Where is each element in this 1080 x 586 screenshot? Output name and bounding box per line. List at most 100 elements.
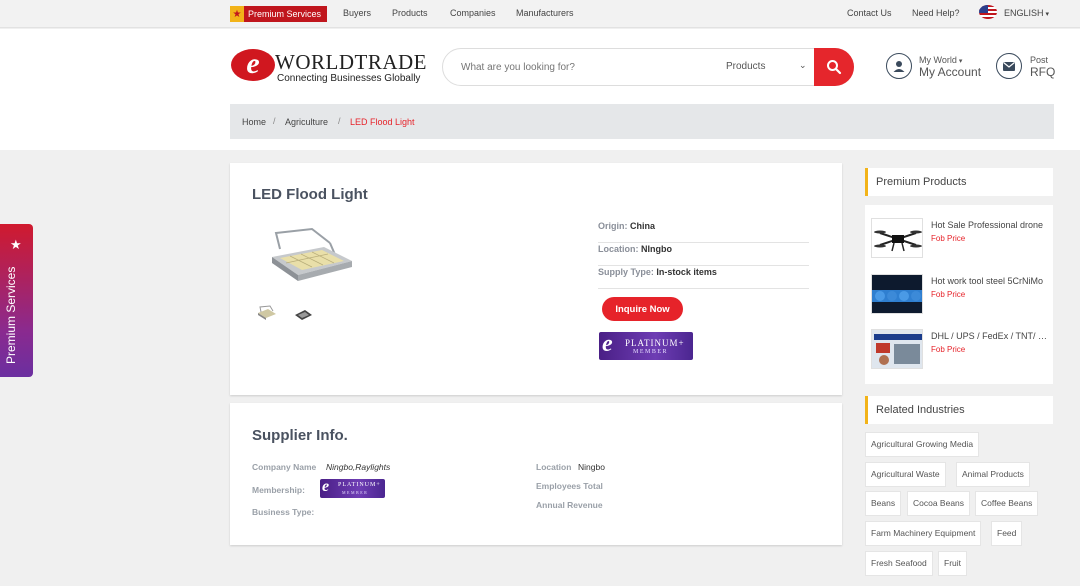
- spec-supply-type: Supply Type: In-stock items: [598, 267, 809, 289]
- star-icon: ★: [10, 237, 22, 252]
- breadcrumb: Home / Agriculture / LED Flood Light: [230, 104, 1054, 139]
- breadcrumb-agriculture[interactable]: Agriculture: [285, 117, 328, 127]
- spec-location-value: NIngbo: [641, 244, 673, 254]
- premium-services-label: Premium Services: [248, 9, 322, 19]
- related-industries-header: Related Industries: [865, 396, 1053, 424]
- premium-product-price: Fob Price: [931, 290, 966, 299]
- industry-tag[interactable]: Feed: [991, 521, 1023, 546]
- post-rfq-link[interactable]: RFQ: [1030, 65, 1055, 79]
- product-main-image[interactable]: [266, 227, 356, 287]
- steel-bars-thumbnail: [871, 274, 923, 314]
- logo-title: WORLDTRADE: [275, 50, 427, 74]
- top-bar: ★ Premium Services Buyers Products Compa…: [0, 0, 1080, 28]
- industry-tag[interactable]: Agricultural Waste: [865, 462, 946, 487]
- nav-products[interactable]: Products: [392, 8, 428, 18]
- industry-tag[interactable]: Farm Machinery Equipment: [865, 521, 982, 546]
- my-world-label: My World: [919, 55, 957, 65]
- premium-product-name[interactable]: Hot work tool steel 5CrNiMo: [931, 276, 1049, 286]
- logo-tagline: Connecting Businesses Globally: [277, 73, 421, 84]
- industry-tag[interactable]: Agricultural Growing Media: [865, 432, 980, 457]
- premium-product-item[interactable]: Hot work tool steel 5CrNiMo Fob Price: [871, 274, 1049, 316]
- supplier-title: Supplier Info.: [252, 427, 348, 444]
- premium-product-item[interactable]: DHL / UPS / FedEx / TNT/ EMS Fob Price: [871, 329, 1049, 371]
- business-type-label: Business Type:: [252, 507, 315, 517]
- search-button[interactable]: [814, 48, 854, 86]
- search-bar: Products ⌄: [442, 48, 854, 86]
- shipping-thumbnail: [871, 329, 923, 369]
- search-category-select[interactable]: Products: [726, 61, 765, 72]
- breadcrumb-current: LED Flood Light: [350, 117, 415, 127]
- membership-platinum-badge: e PLATINUM+ MEMBER: [320, 479, 385, 498]
- premium-services-button[interactable]: ★ Premium Services: [230, 6, 327, 22]
- drone-thumbnail: [871, 218, 923, 258]
- chevron-down-icon[interactable]: ⌄: [799, 60, 807, 71]
- spec-location-label: Location:: [598, 244, 639, 254]
- breadcrumb-separator: /: [273, 116, 276, 126]
- product-card: LED Flood Light Origin: China Location: …: [230, 163, 842, 395]
- spec-supply-value: In-stock items: [656, 267, 717, 277]
- supplier-location-label: Location: [536, 462, 572, 472]
- premium-product-price: Fob Price: [931, 234, 966, 243]
- premium-product-item[interactable]: Hot Sale Professional drone Fob Price: [871, 218, 1049, 260]
- spec-origin-label: Origin:: [598, 221, 628, 231]
- platinum-badge-subtitle: MEMBER: [342, 490, 369, 495]
- supplier-location-value: Ningbo: [578, 462, 605, 472]
- annual-revenue-label: Annual Revenue: [536, 500, 603, 510]
- inquire-now-button[interactable]: Inquire Now: [602, 297, 683, 321]
- industry-tag[interactable]: Fruit: [938, 551, 967, 576]
- nav-buyers[interactable]: Buyers: [343, 8, 371, 18]
- industry-tag[interactable]: Beans: [865, 491, 902, 516]
- post-label: Post: [1030, 55, 1049, 65]
- header: e WORLDTRADE Connecting Businesses Globa…: [0, 29, 1080, 150]
- mail-icon[interactable]: [996, 53, 1022, 79]
- industry-tag[interactable]: Animal Products: [956, 462, 1030, 487]
- product-thumbnail[interactable]: [292, 307, 314, 323]
- platinum-member-badge: e PLATINUM+ MEMBER: [599, 332, 693, 360]
- language-selector[interactable]: ENGLISH ▾: [1004, 8, 1049, 18]
- search-icon: [827, 60, 842, 75]
- spec-location: Location: NIngbo: [598, 244, 809, 266]
- premium-services-side-tab[interactable]: ★ Premium Services: [0, 224, 33, 377]
- language-label: ENGLISH: [1004, 8, 1044, 18]
- my-world-menu[interactable]: My World ▾: [919, 55, 962, 65]
- premium-product-name[interactable]: Hot Sale Professional drone: [931, 220, 1049, 230]
- premium-product-name[interactable]: DHL / UPS / FedEx / TNT/ EMS: [931, 331, 1049, 341]
- premium-product-price: Fob Price: [931, 345, 966, 354]
- us-flag-icon: [979, 5, 997, 19]
- company-name-label: Company Name: [252, 462, 317, 472]
- industry-tag[interactable]: Fresh Seafood: [865, 551, 933, 576]
- logo-e-mark: e: [231, 49, 275, 81]
- spec-supply-label: Supply Type:: [598, 267, 654, 277]
- employees-total-label: Employees Total: [536, 481, 603, 491]
- company-name-value[interactable]: Ningbo,Raylights: [326, 462, 390, 472]
- product-thumbnail[interactable]: [256, 305, 278, 321]
- side-tab-label: Premium Services: [4, 266, 18, 364]
- product-title: LED Flood Light: [252, 186, 368, 203]
- contact-us-link[interactable]: Contact Us: [847, 8, 892, 18]
- industry-tag[interactable]: Cocoa Beans: [907, 491, 971, 516]
- breadcrumb-home[interactable]: Home: [242, 117, 266, 127]
- nav-companies[interactable]: Companies: [450, 8, 496, 18]
- platinum-badge-subtitle: MEMBER: [633, 349, 669, 355]
- premium-products-list: Hot Sale Professional drone Fob Price Ho…: [865, 205, 1053, 384]
- user-icon[interactable]: [886, 53, 912, 79]
- premium-products-header: Premium Products: [865, 168, 1053, 196]
- my-account-link[interactable]: My Account: [919, 65, 981, 79]
- star-icon: ★: [230, 6, 244, 22]
- worldtrade-logo[interactable]: e WORLDTRADE Connecting Businesses Globa…: [231, 49, 426, 85]
- search-input[interactable]: [461, 58, 701, 76]
- platinum-e-mark: e: [322, 479, 330, 495]
- platinum-e-mark: e: [602, 332, 613, 357]
- nav-manufacturers[interactable]: Manufacturers: [516, 8, 574, 18]
- platinum-badge-title: PLATINUM+: [338, 482, 381, 488]
- spec-origin: Origin: China: [598, 221, 809, 243]
- supplier-card: Supplier Info. Company Name Ningbo,Rayli…: [230, 403, 842, 545]
- caret-down-icon: ▾: [1045, 11, 1050, 18]
- caret-down-icon: ▾: [958, 58, 963, 65]
- membership-label: Membership:: [252, 485, 305, 495]
- spec-origin-value: China: [630, 221, 656, 231]
- breadcrumb-separator: /: [338, 116, 341, 126]
- need-help-link[interactable]: Need Help?: [912, 8, 960, 18]
- platinum-badge-title: PLATINUM+: [625, 338, 685, 348]
- industry-tag[interactable]: Coffee Beans: [975, 491, 1039, 516]
